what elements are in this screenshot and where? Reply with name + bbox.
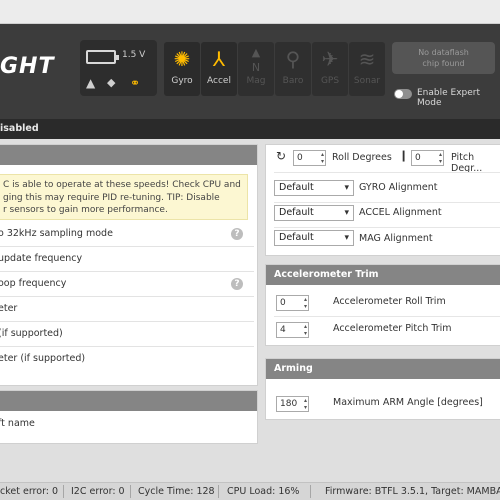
help-icon[interactable]: ?	[231, 278, 243, 290]
divider	[274, 202, 500, 203]
dataflash-status: No dataflash chip found	[392, 42, 495, 74]
option-barometer[interactable]: (if supported)	[0, 322, 254, 347]
option-label: eter	[0, 303, 18, 314]
status-bar: isabled	[0, 119, 500, 139]
cycle-time: Cycle Time: 128	[138, 486, 215, 497]
board-alignment-panel: ↻ 0 Roll Degrees ❙ 0 Pitch Degr... Defau…	[265, 144, 500, 256]
app-header: GHT 1.5 V ▲ ◆ ⚭ ✺ Gyro ⅄ Accel ▲ N Mag ⚲ …	[0, 24, 500, 119]
roll-degrees-input[interactable]: 0	[293, 150, 326, 166]
accel-roll-trim-label: Accelerometer Roll Trim	[333, 296, 446, 307]
battery-icon	[86, 50, 119, 64]
option-label: eter (if supported)	[0, 353, 86, 364]
warning-line3: r sensors to gain more performance.	[3, 205, 168, 215]
pitch-degrees-label: Pitch Degr...	[451, 152, 483, 174]
sensor-mag-label: Mag	[246, 76, 266, 86]
baro-icon: ⚲	[285, 47, 301, 71]
sensor-gps: ✈ GPS	[312, 42, 348, 96]
warning-line2: ging this may require PID re-tuning. TIP…	[3, 192, 220, 203]
warning-icon: ▲	[86, 76, 96, 90]
top-strip	[0, 0, 500, 24]
gyro-alignment-select[interactable]: Default	[274, 180, 354, 196]
option-label: update frequency	[0, 253, 83, 264]
accel-alignment-label: ACCEL Alignment	[359, 207, 442, 218]
sensor-baro-label: Baro	[282, 76, 304, 86]
option-accelerometer[interactable]: eter	[0, 297, 254, 322]
packet-error: cket error: 0	[0, 486, 59, 497]
i2c-error: I2C error: 0	[71, 486, 125, 497]
system-config-panel: C is able to operate at these speeds! Ch…	[0, 144, 258, 386]
battery-panel: 1.5 V ▲ ◆ ⚭	[80, 40, 157, 96]
accel-icon: ⅄	[212, 47, 226, 71]
accel-pitch-trim-label: Accelerometer Pitch Trim	[333, 323, 452, 334]
gyro-alignment-label: GYRO Alignment	[359, 182, 438, 193]
rotate-icon: ↻	[276, 149, 287, 163]
sensor-gps-label: GPS	[320, 76, 340, 86]
sensor-accel: ⅄ Accel	[201, 42, 237, 96]
mag-alignment-label: MAG Alignment	[359, 233, 433, 244]
sensor-baro: ⚲ Baro	[275, 42, 311, 96]
separator	[130, 485, 131, 498]
performance-warning: C is able to operate at these speeds! Ch…	[0, 174, 248, 220]
dataflash-line2: chip found	[422, 59, 465, 68]
expert-mode-label: Enable Expert Mode	[417, 88, 481, 108]
sonar-icon: ≋	[358, 47, 376, 71]
status-bar-text: isabled	[0, 123, 39, 134]
personalization-header	[0, 391, 257, 411]
arming-header: Arming	[266, 359, 500, 379]
pitch-icon: ❙	[399, 149, 409, 162]
app-logo: GHT	[0, 54, 55, 79]
divider	[274, 172, 500, 173]
accel-alignment-select[interactable]: Default	[274, 205, 354, 221]
option-label: o 32kHz sampling mode	[0, 228, 113, 239]
expert-mode-toggle[interactable]	[394, 89, 412, 99]
sensor-sonar: ≋ Sonar	[349, 42, 385, 96]
option-loop-frequency[interactable]: oop frequency ?	[0, 272, 254, 297]
divider	[274, 227, 500, 228]
pitch-degrees-input[interactable]: 0	[411, 150, 444, 166]
option-update-frequency[interactable]: update frequency	[0, 247, 254, 272]
option-label: (if supported)	[0, 328, 63, 339]
link-icon: ⚭	[130, 76, 141, 90]
accel-pitch-trim-input[interactable]: 4	[276, 322, 309, 338]
accelerometer-trim-panel: Accelerometer Trim 0 Accelerometer Roll …	[265, 264, 500, 346]
diamond-icon: ◆	[107, 76, 116, 89]
mag-alignment-select[interactable]: Default	[274, 230, 354, 246]
warning-line1: C is able to operate at these speeds! Ch…	[3, 180, 241, 190]
mag-icon: ▲ N	[251, 46, 261, 74]
separator	[310, 485, 311, 498]
craft-name-label: ft name	[0, 418, 35, 429]
help-icon[interactable]: ?	[231, 228, 243, 240]
footer-status-bar: cket error: 0 I2C error: 0 Cycle Time: 1…	[0, 482, 500, 500]
gyro-icon: ✺	[173, 47, 191, 71]
max-arm-angle-input[interactable]: 180	[276, 396, 309, 412]
arming-panel: Arming 180 Maximum ARM Angle [degrees]	[265, 358, 500, 420]
separator	[218, 485, 219, 498]
roll-degrees-label: Roll Degrees	[332, 152, 392, 163]
sensor-gyro-label: Gyro	[171, 76, 193, 86]
sensor-sonar-label: Sonar	[353, 76, 381, 86]
battery-voltage: 1.5 V	[122, 50, 146, 60]
firmware-info: Firmware: BTFL 3.5.1, Target: MAMBAF	[325, 486, 500, 497]
option-magnetometer[interactable]: eter (if supported)	[0, 347, 254, 372]
sensor-gyro: ✺ Gyro	[164, 42, 200, 96]
separator	[63, 485, 64, 498]
accelerometer-trim-header: Accelerometer Trim	[266, 265, 500, 285]
option-32khz-sampling[interactable]: o 32kHz sampling mode ?	[0, 222, 254, 247]
sensor-mag: ▲ N Mag	[238, 42, 274, 96]
option-label: oop frequency	[0, 278, 67, 289]
cpu-load: CPU Load: 16%	[227, 486, 300, 497]
max-arm-angle-label: Maximum ARM Angle [degrees]	[333, 397, 483, 408]
accel-roll-trim-input[interactable]: 0	[276, 295, 309, 311]
dataflash-line1: No dataflash	[418, 48, 469, 57]
system-config-header	[0, 145, 257, 165]
divider	[274, 316, 500, 317]
personalization-panel: ft name	[0, 390, 258, 444]
gps-icon: ✈	[321, 47, 339, 71]
sensor-accel-label: Accel	[207, 76, 231, 86]
